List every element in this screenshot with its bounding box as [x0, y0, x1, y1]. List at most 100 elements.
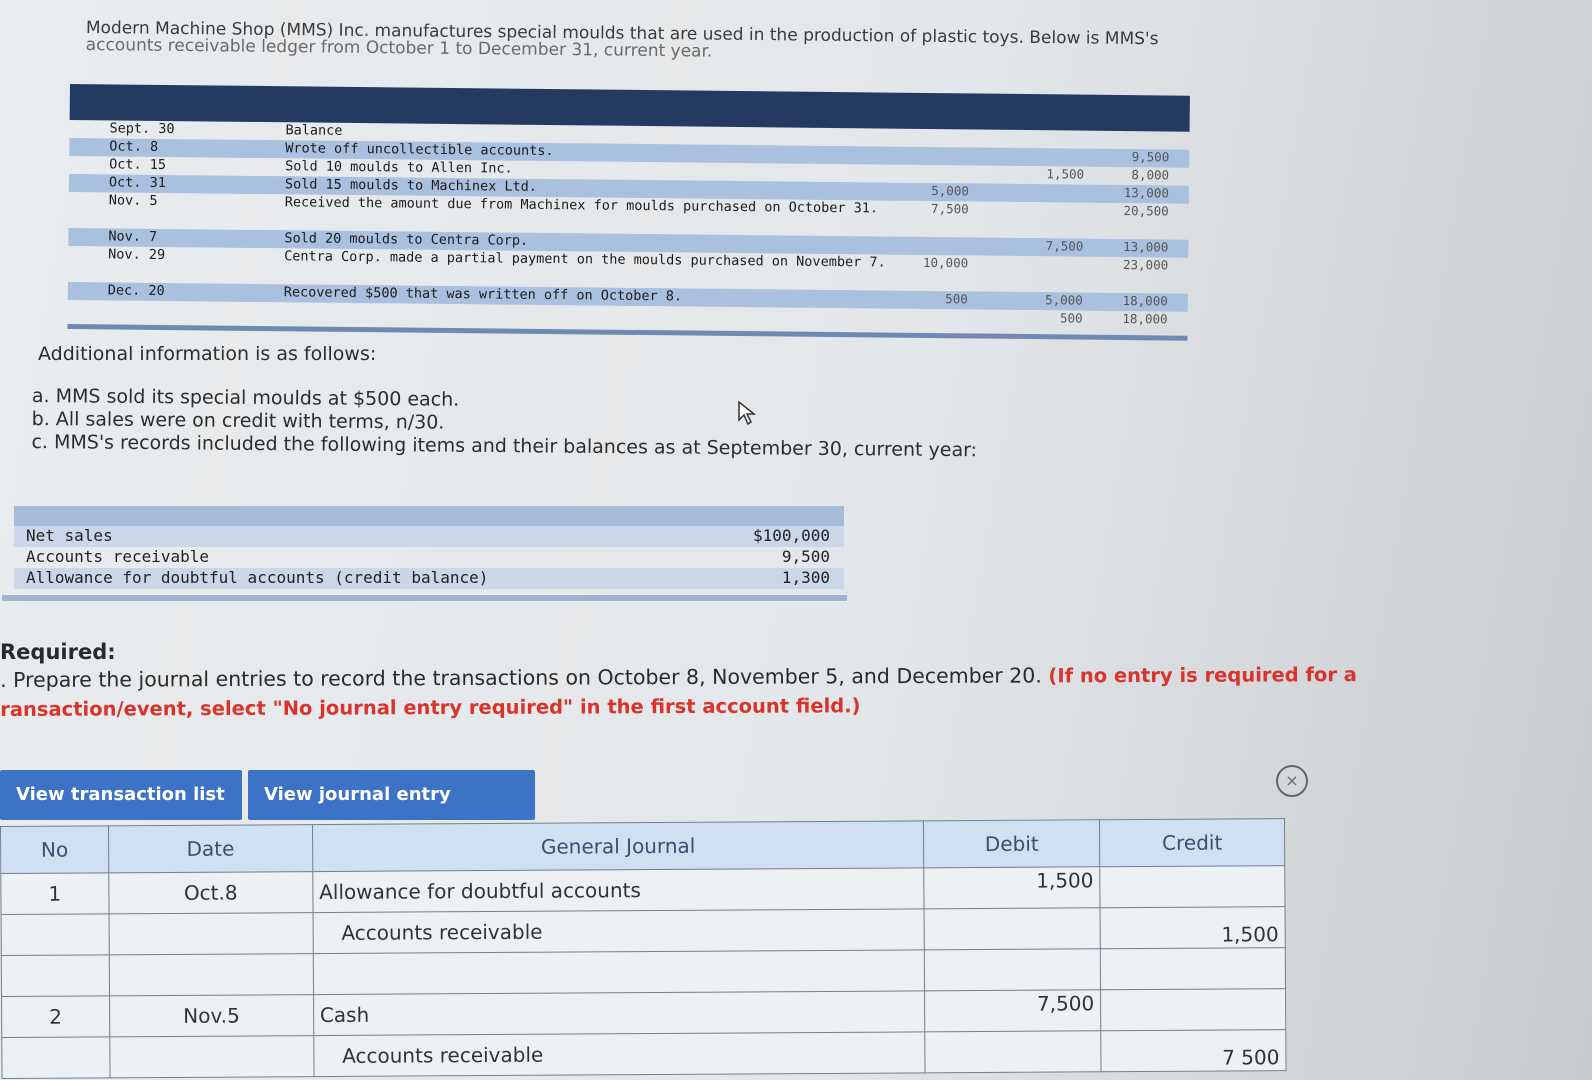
ledger-date: Nov. 29	[108, 246, 166, 264]
entry-number-cell	[1, 954, 110, 997]
close-icon[interactable]: ×	[1276, 765, 1308, 797]
additional-info-heading: Additional information is as follows:	[38, 343, 377, 365]
entry-number-cell	[1, 1036, 110, 1079]
balance-label: Net sales	[26, 526, 113, 545]
journal-row: Accounts receivable 7 500	[1, 1029, 1287, 1079]
problem-intro: Modern Machine Shop (MMS) Inc. manufactu…	[86, 18, 1286, 67]
ledger-amount-1	[889, 165, 969, 166]
ledger-amount-1: 500	[945, 291, 968, 307]
account-field[interactable]: Cash	[313, 990, 926, 1036]
ledger-balance: 13,000	[1123, 239, 1169, 255]
ledger-amount-1	[888, 309, 968, 310]
ledger-balance: 23,000	[1122, 257, 1169, 273]
ledger-amount-1: 5,000	[931, 183, 970, 199]
balance-row: Accounts receivable 9,500	[14, 547, 844, 568]
entry-number-cell	[1, 913, 110, 956]
header-credit: Credit	[1099, 818, 1285, 867]
balance-value: 9,500	[781, 547, 830, 566]
balance-value: $100,000	[752, 526, 830, 545]
ledger-description: Sold 20 moulds to Centra Corp.	[284, 230, 529, 249]
entry-date-cell[interactable]: Oct.8	[108, 871, 313, 914]
ledger-description: Wrote off uncollectible accounts.	[285, 140, 554, 160]
additional-info-list: a. MMS sold its special moulds at $500 e…	[31, 385, 977, 462]
debit-field[interactable]	[924, 948, 1101, 991]
credit-field[interactable]: 7 500	[1100, 1029, 1287, 1072]
balance-label: Allowance for doubtful accounts (credit …	[26, 568, 489, 587]
ledger-balance: 20,500	[1123, 203, 1169, 219]
ledger-amount-1	[890, 129, 970, 130]
view-journal-entry-worksheet-button[interactable]: View journal entry worksheet	[248, 770, 535, 855]
entry-number-cell: 1	[0, 872, 109, 915]
ledger-amount-1	[888, 237, 968, 238]
header-no: No	[0, 825, 109, 874]
ledger-rows: Sept. 30 Balance Oct. 8 Wrote off uncollect…	[67, 120, 1190, 330]
required-note-1: (If no entry is required for a	[1048, 663, 1357, 688]
ledger-amount-2	[1004, 148, 1084, 149]
balance-label: Accounts receivable	[26, 547, 210, 566]
ledger-amount-2	[1004, 202, 1084, 203]
account-field[interactable]: Allowance for doubtful accounts	[312, 867, 925, 913]
debit-field[interactable]	[924, 907, 1101, 950]
ledger-amount-2: 1,500	[1046, 166, 1085, 182]
entry-number-cell: 2	[1, 995, 110, 1038]
ledger-date: Sept. 30	[109, 120, 175, 138]
journal-body: 1 Oct.8 Allowance for doubtful accounts 1,5…	[0, 865, 1287, 1079]
ledger-balance: 18,000	[1122, 293, 1168, 309]
ledger-balance: 9,500	[1131, 149, 1170, 165]
ledger-amount-2	[1004, 184, 1084, 185]
entry-date-cell[interactable]	[109, 953, 314, 996]
ledger-amount-2: 5,000	[1045, 292, 1083, 308]
balance-row: Net sales $100,000	[14, 526, 844, 547]
balance-value: 1,300	[781, 568, 830, 587]
header-date: Date	[108, 824, 313, 873]
ledger-balance: 13,000	[1123, 185, 1169, 201]
ledger-amount-1: 10,000	[922, 254, 969, 271]
credit-field[interactable]	[1099, 865, 1286, 908]
ledger-date: Oct. 15	[109, 156, 167, 174]
ledger-amount-1	[889, 147, 969, 148]
required-instructions: . Prepare the journal entries to record …	[0, 660, 1420, 724]
ledger-amount-1: 7,500	[931, 201, 969, 217]
ledger-balance	[1090, 131, 1170, 132]
balance-row: Allowance for doubtful accounts (credit …	[14, 568, 844, 589]
ledger-balance: 18,000	[1122, 311, 1168, 327]
ledger-amount-2	[1003, 256, 1083, 257]
accounts-receivable-ledger: Sept. 30 Balance Oct. 8 Wrote off uncollect…	[67, 84, 1190, 341]
debit-field[interactable]: 1,500	[924, 866, 1101, 909]
debit-field[interactable]: 7,500	[924, 989, 1101, 1032]
credit-field[interactable]	[1100, 988, 1286, 1031]
header-debit: Debit	[923, 819, 1100, 868]
account-field[interactable]: Accounts receivable	[313, 1031, 926, 1077]
required-note-2: ransaction/event, select "No journal ent…	[0, 694, 861, 721]
ledger-amount-2: 500	[1059, 310, 1083, 326]
entry-date-cell[interactable]	[109, 1035, 314, 1078]
ledger-amount-2	[1005, 130, 1085, 131]
ledger-date: Oct. 31	[108, 174, 166, 192]
debit-field[interactable]	[925, 1030, 1102, 1073]
ledger-description: Sold 10 moulds to Allen Inc.	[285, 158, 513, 177]
ledger-date: Nov. 5	[108, 192, 158, 209]
ledger-date: Nov. 7	[108, 228, 158, 245]
ledger-balance: 8,000	[1131, 167, 1170, 183]
view-transaction-list-button[interactable]: View transaction list	[0, 770, 242, 820]
general-journal-table: No Date General Journal Debit Credit 1 Oc…	[0, 818, 1287, 1079]
ledger-date: Oct. 8	[109, 138, 159, 155]
ledger-description: Sold 15 moulds to Machinex Ltd.	[284, 176, 538, 195]
balances-header	[14, 506, 844, 526]
ledger-description: Balance	[285, 122, 343, 139]
required-text: . Prepare the journal entries to record …	[0, 663, 1042, 692]
mouse-pointer-icon	[738, 400, 757, 426]
ledger-date: Dec. 20	[107, 282, 165, 300]
entry-date-cell[interactable]	[108, 912, 314, 955]
september-balances-table: Net sales $100,000 Accounts receivable 9…	[2, 506, 847, 601]
credit-field[interactable]	[1100, 947, 1286, 990]
ledger-description: Recovered $500 that was written off on O…	[283, 284, 683, 305]
account-field[interactable]: Accounts receivable	[312, 908, 925, 954]
balances-footer-rule	[2, 595, 847, 601]
header-general-journal: General Journal	[312, 820, 925, 872]
account-field[interactable]	[313, 949, 925, 995]
credit-field[interactable]: 1,500	[1100, 906, 1286, 949]
ledger-amount-2: 7,500	[1045, 238, 1084, 254]
required-title: Required:	[0, 640, 116, 664]
entry-date-cell[interactable]: Nov.5	[109, 994, 314, 1037]
